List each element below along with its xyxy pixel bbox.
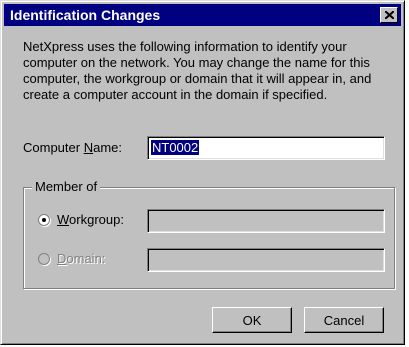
domain-label: Domain:	[57, 251, 106, 266]
cancel-button[interactable]: Cancel	[304, 307, 384, 333]
identification-changes-dialog: Identification Changes NetXpress uses th…	[0, 0, 405, 345]
radio-selected-dot	[42, 218, 46, 222]
computer-name-input[interactable]: NT0002	[147, 136, 385, 160]
workgroup-input[interactable]	[147, 209, 385, 233]
domain-input	[147, 248, 385, 272]
close-button[interactable]	[380, 7, 398, 23]
title-bar[interactable]: Identification Changes	[4, 4, 401, 26]
member-of-group	[23, 187, 395, 289]
computer-name-label: Computer Name:	[23, 140, 122, 155]
member-of-label: Member of	[32, 179, 101, 194]
close-icon	[384, 11, 394, 19]
domain-radio[interactable]	[38, 253, 50, 265]
computer-name-value: NT0002	[151, 140, 200, 155]
workgroup-radio[interactable]	[38, 214, 50, 226]
ok-button[interactable]: OK	[212, 307, 292, 333]
window-title: Identification Changes	[10, 7, 161, 23]
workgroup-label[interactable]: Workgroup:	[57, 212, 124, 227]
description-text: NetXpress uses the following information…	[23, 39, 372, 102]
